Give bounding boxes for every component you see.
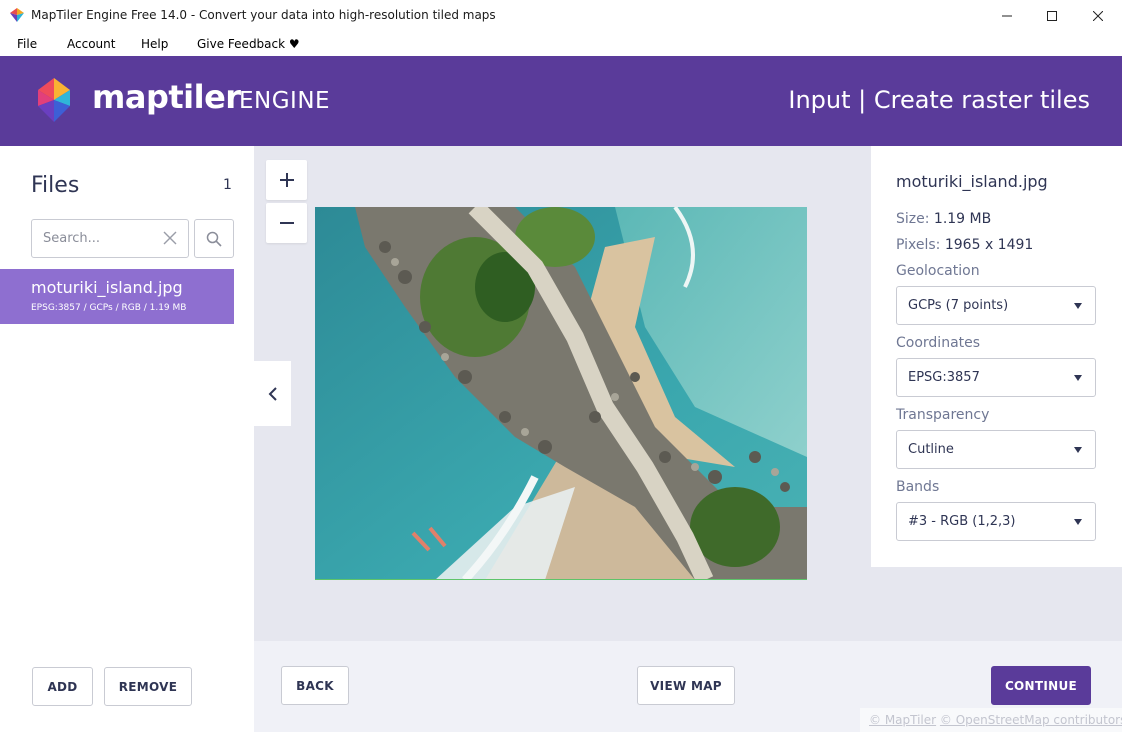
view-map-button[interactable]: VIEW MAP <box>637 666 735 705</box>
size-label: Size: <box>896 211 930 227</box>
coordinates-label: Coordinates <box>896 335 981 351</box>
file-list-item[interactable]: moturiki_island.jpg EPSG:3857 / GCPs / R… <box>0 269 234 324</box>
menu-help[interactable]: Help <box>141 37 168 51</box>
close-button[interactable] <box>1075 0 1121 32</box>
geolocation-value: GCPs (7 points) <box>908 298 1009 313</box>
menu-give-feedback[interactable]: Give Feedback ♥ <box>197 37 300 51</box>
geolocation-select[interactable]: GCPs (7 points) <box>896 286 1096 325</box>
collapse-sidebar-button[interactable] <box>254 361 291 426</box>
raster-preview-image <box>315 207 807 580</box>
plus-icon <box>279 173 294 187</box>
minimize-icon <box>1002 15 1012 17</box>
transparency-label: Transparency <box>896 407 990 423</box>
add-button[interactable]: ADD <box>32 667 93 706</box>
transparency-value: Cutline <box>908 442 954 457</box>
map-attribution: © MapTiler © OpenStreetMap contributors <box>860 708 1122 732</box>
maximize-button[interactable] <box>1029 0 1075 32</box>
close-icon <box>1093 11 1103 21</box>
dropdown-arrow-icon <box>1074 375 1082 381</box>
pixels-value: 1965 x 1491 <box>944 237 1034 253</box>
bands-label: Bands <box>896 479 940 495</box>
maptiler-logo-icon <box>38 78 70 122</box>
aerial-photo <box>315 207 807 579</box>
minimize-button[interactable] <box>984 0 1030 32</box>
remove-button[interactable]: REMOVE <box>104 667 192 706</box>
files-count: 1 <box>223 177 232 193</box>
file-meta: EPSG:3857 / GCPs / RGB / 1.19 MB <box>31 303 187 313</box>
menu-file[interactable]: File <box>17 37 37 51</box>
zoom-in-button[interactable] <box>266 160 307 200</box>
dropdown-arrow-icon <box>1074 447 1082 453</box>
window-title: MapTiler Engine Free 14.0 - Convert your… <box>31 8 496 22</box>
pixels-label: Pixels: <box>896 237 941 253</box>
transparency-select[interactable]: Cutline <box>896 430 1096 469</box>
selected-file-name: moturiki_island.jpg <box>896 172 1048 191</box>
zoom-out-button[interactable] <box>266 203 307 243</box>
app-header: maptiler ENGINE Input | Create raster ti… <box>0 56 1122 146</box>
size-value: 1.19 MB <box>933 211 992 227</box>
file-name: moturiki_island.jpg <box>31 278 183 297</box>
dropdown-arrow-icon <box>1074 519 1082 525</box>
maximize-icon <box>1047 11 1057 21</box>
coordinates-select[interactable]: EPSG:3857 <box>896 358 1096 397</box>
clear-icon[interactable] <box>162 230 178 246</box>
continue-button[interactable]: CONTINUE <box>991 666 1091 705</box>
search-button[interactable] <box>194 219 234 258</box>
app-logo-icon <box>10 8 24 22</box>
title-bar: MapTiler Engine Free 14.0 - Convert your… <box>0 0 1122 32</box>
search-placeholder: Search... <box>43 231 101 246</box>
logo-wordmark: maptiler <box>92 78 241 116</box>
attribution-maptiler-link[interactable]: © MapTiler <box>869 713 936 727</box>
minus-icon <box>279 222 294 224</box>
size-row: Size: 1.19 MB <box>896 211 991 227</box>
properties-panel: moturiki_island.jpg Size: 1.19 MB Pixels… <box>871 146 1122 567</box>
coordinates-value: EPSG:3857 <box>908 370 980 385</box>
pixels-row: Pixels: 1965 x 1491 <box>896 237 1033 253</box>
search-icon <box>206 231 222 247</box>
files-sidebar: Files 1 Search... moturiki_island.jpg EP… <box>0 146 254 732</box>
search-input[interactable]: Search... <box>31 219 189 258</box>
menu-account[interactable]: Account <box>67 37 115 51</box>
bottom-action-bar: BACK VIEW MAP CONTINUE © MapTiler © Open… <box>254 641 1122 732</box>
chevron-left-icon <box>268 386 277 401</box>
page-title: Input | Create raster tiles <box>788 86 1090 114</box>
dropdown-arrow-icon <box>1074 303 1082 309</box>
geolocation-label: Geolocation <box>896 263 980 279</box>
bands-select[interactable]: #3 - RGB (1,2,3) <box>896 502 1096 541</box>
bands-value: #3 - RGB (1,2,3) <box>908 514 1016 529</box>
files-heading: Files <box>31 173 80 198</box>
logo-product-name: ENGINE <box>239 88 331 114</box>
menu-bar: File Account Help Give Feedback ♥ <box>0 32 1122 56</box>
back-button[interactable]: BACK <box>281 666 349 705</box>
attribution-osm-link[interactable]: © OpenStreetMap contributors <box>940 713 1122 727</box>
